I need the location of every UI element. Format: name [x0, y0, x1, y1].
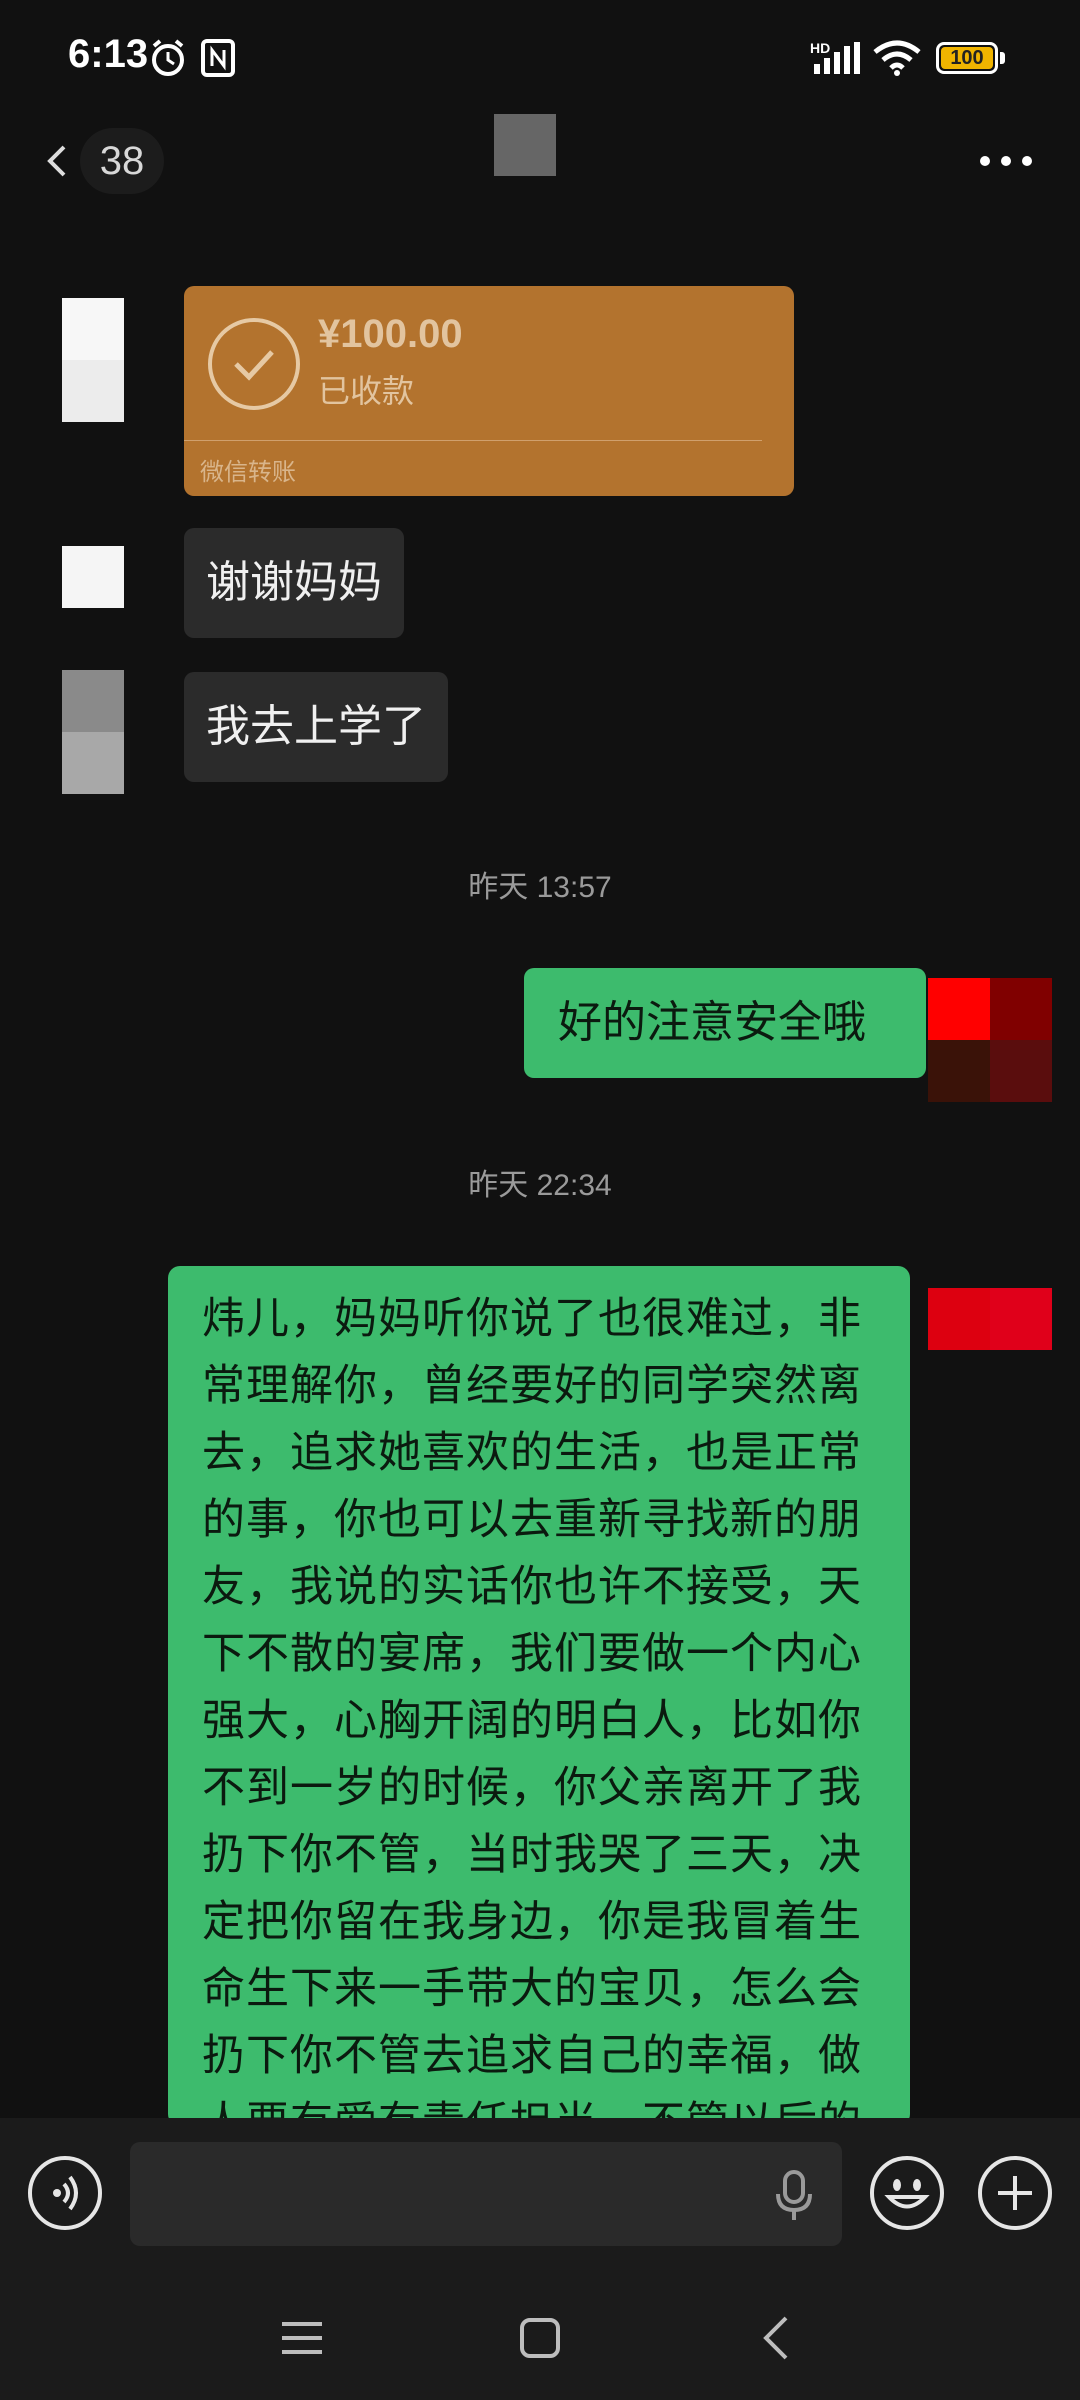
- battery-level: 100: [941, 47, 993, 69]
- avatar-tile: [990, 978, 1052, 1040]
- emoji-button[interactable]: [870, 2156, 944, 2230]
- avatar-top: [62, 670, 124, 732]
- incoming-message[interactable]: 我去上学了: [184, 672, 448, 782]
- status-bar: 6:13 HD 100: [0, 0, 1080, 118]
- my-avatar[interactable]: [928, 1288, 1052, 1350]
- nav-back-icon[interactable]: [750, 2310, 806, 2366]
- outgoing-message[interactable]: 好的注意安全哦: [524, 968, 926, 1078]
- more-icon-dot: [1001, 156, 1011, 166]
- transfer-divider: [184, 440, 762, 441]
- check-icon: [208, 318, 300, 410]
- input-bar: [0, 2118, 1080, 2272]
- timestamp: 昨天 22:34: [468, 1169, 612, 1202]
- outgoing-message-long[interactable]: 炜儿，妈妈听你说了也很难过，非常理解你，曾经要好的同学突然离去，追求她喜欢的生活…: [168, 1266, 910, 2126]
- voice-icon: [53, 2175, 78, 2211]
- nfc-icon: [201, 39, 235, 77]
- alarm-icon: [152, 39, 184, 76]
- wifi-icon: [873, 40, 921, 76]
- battery-nub: [1000, 52, 1005, 64]
- timestamp: 昨天 13:57: [468, 871, 612, 904]
- more-icon: [980, 156, 990, 166]
- transfer-status: 已收款: [318, 372, 415, 410]
- incoming-message[interactable]: 谢谢妈妈: [184, 528, 404, 638]
- signal-icon: [814, 42, 860, 74]
- contact-avatar[interactable]: [62, 546, 124, 608]
- avatar-top: [62, 298, 124, 360]
- avatar-bottom: [62, 360, 124, 422]
- avatar-tile: [990, 1040, 1052, 1102]
- transfer-amount: ¥100.00: [318, 312, 463, 356]
- emoji-icon: [884, 2179, 930, 2209]
- avatar-tile: [928, 1040, 990, 1102]
- avatar-tile: [928, 978, 990, 1040]
- more-button[interactable]: [976, 148, 1036, 178]
- home-icon[interactable]: [512, 2310, 568, 2366]
- battery-icon: 100: [936, 42, 998, 74]
- menu-icon[interactable]: [274, 2310, 330, 2366]
- unread-count-badge[interactable]: 38: [80, 128, 164, 194]
- chat-title-avatar[interactable]: [494, 114, 556, 176]
- message-input[interactable]: [130, 2142, 842, 2246]
- contact-avatar[interactable]: [62, 670, 124, 794]
- message-text: 炜儿，妈妈听你说了也很难过，非常理解你，曾经要好的同学突然离去，追求她喜欢的生活…: [202, 1294, 862, 2126]
- back-button[interactable]: [40, 128, 70, 194]
- contact-avatar[interactable]: [62, 298, 124, 422]
- plus-button[interactable]: [978, 2156, 1052, 2230]
- plus-icon: [998, 2176, 1032, 2210]
- mic-icon[interactable]: [772, 2168, 816, 2224]
- chat-header: 38: [0, 110, 1080, 220]
- back-icon: [47, 145, 66, 177]
- voice-button[interactable]: [28, 2156, 102, 2230]
- more-icon-dot: [1022, 156, 1032, 166]
- avatar-tile: [928, 1288, 990, 1350]
- avatar-tile: [990, 1288, 1052, 1350]
- status-time: 6:13: [68, 32, 149, 76]
- avatar-bottom: [62, 732, 124, 794]
- my-avatar[interactable]: [928, 978, 1052, 1102]
- transfer-brand: 微信转账: [200, 458, 296, 486]
- system-nav-bar: [0, 2272, 1080, 2400]
- check-mark-icon: [234, 350, 274, 381]
- transfer-card[interactable]: ¥100.00 已收款 微信转账: [184, 286, 794, 496]
